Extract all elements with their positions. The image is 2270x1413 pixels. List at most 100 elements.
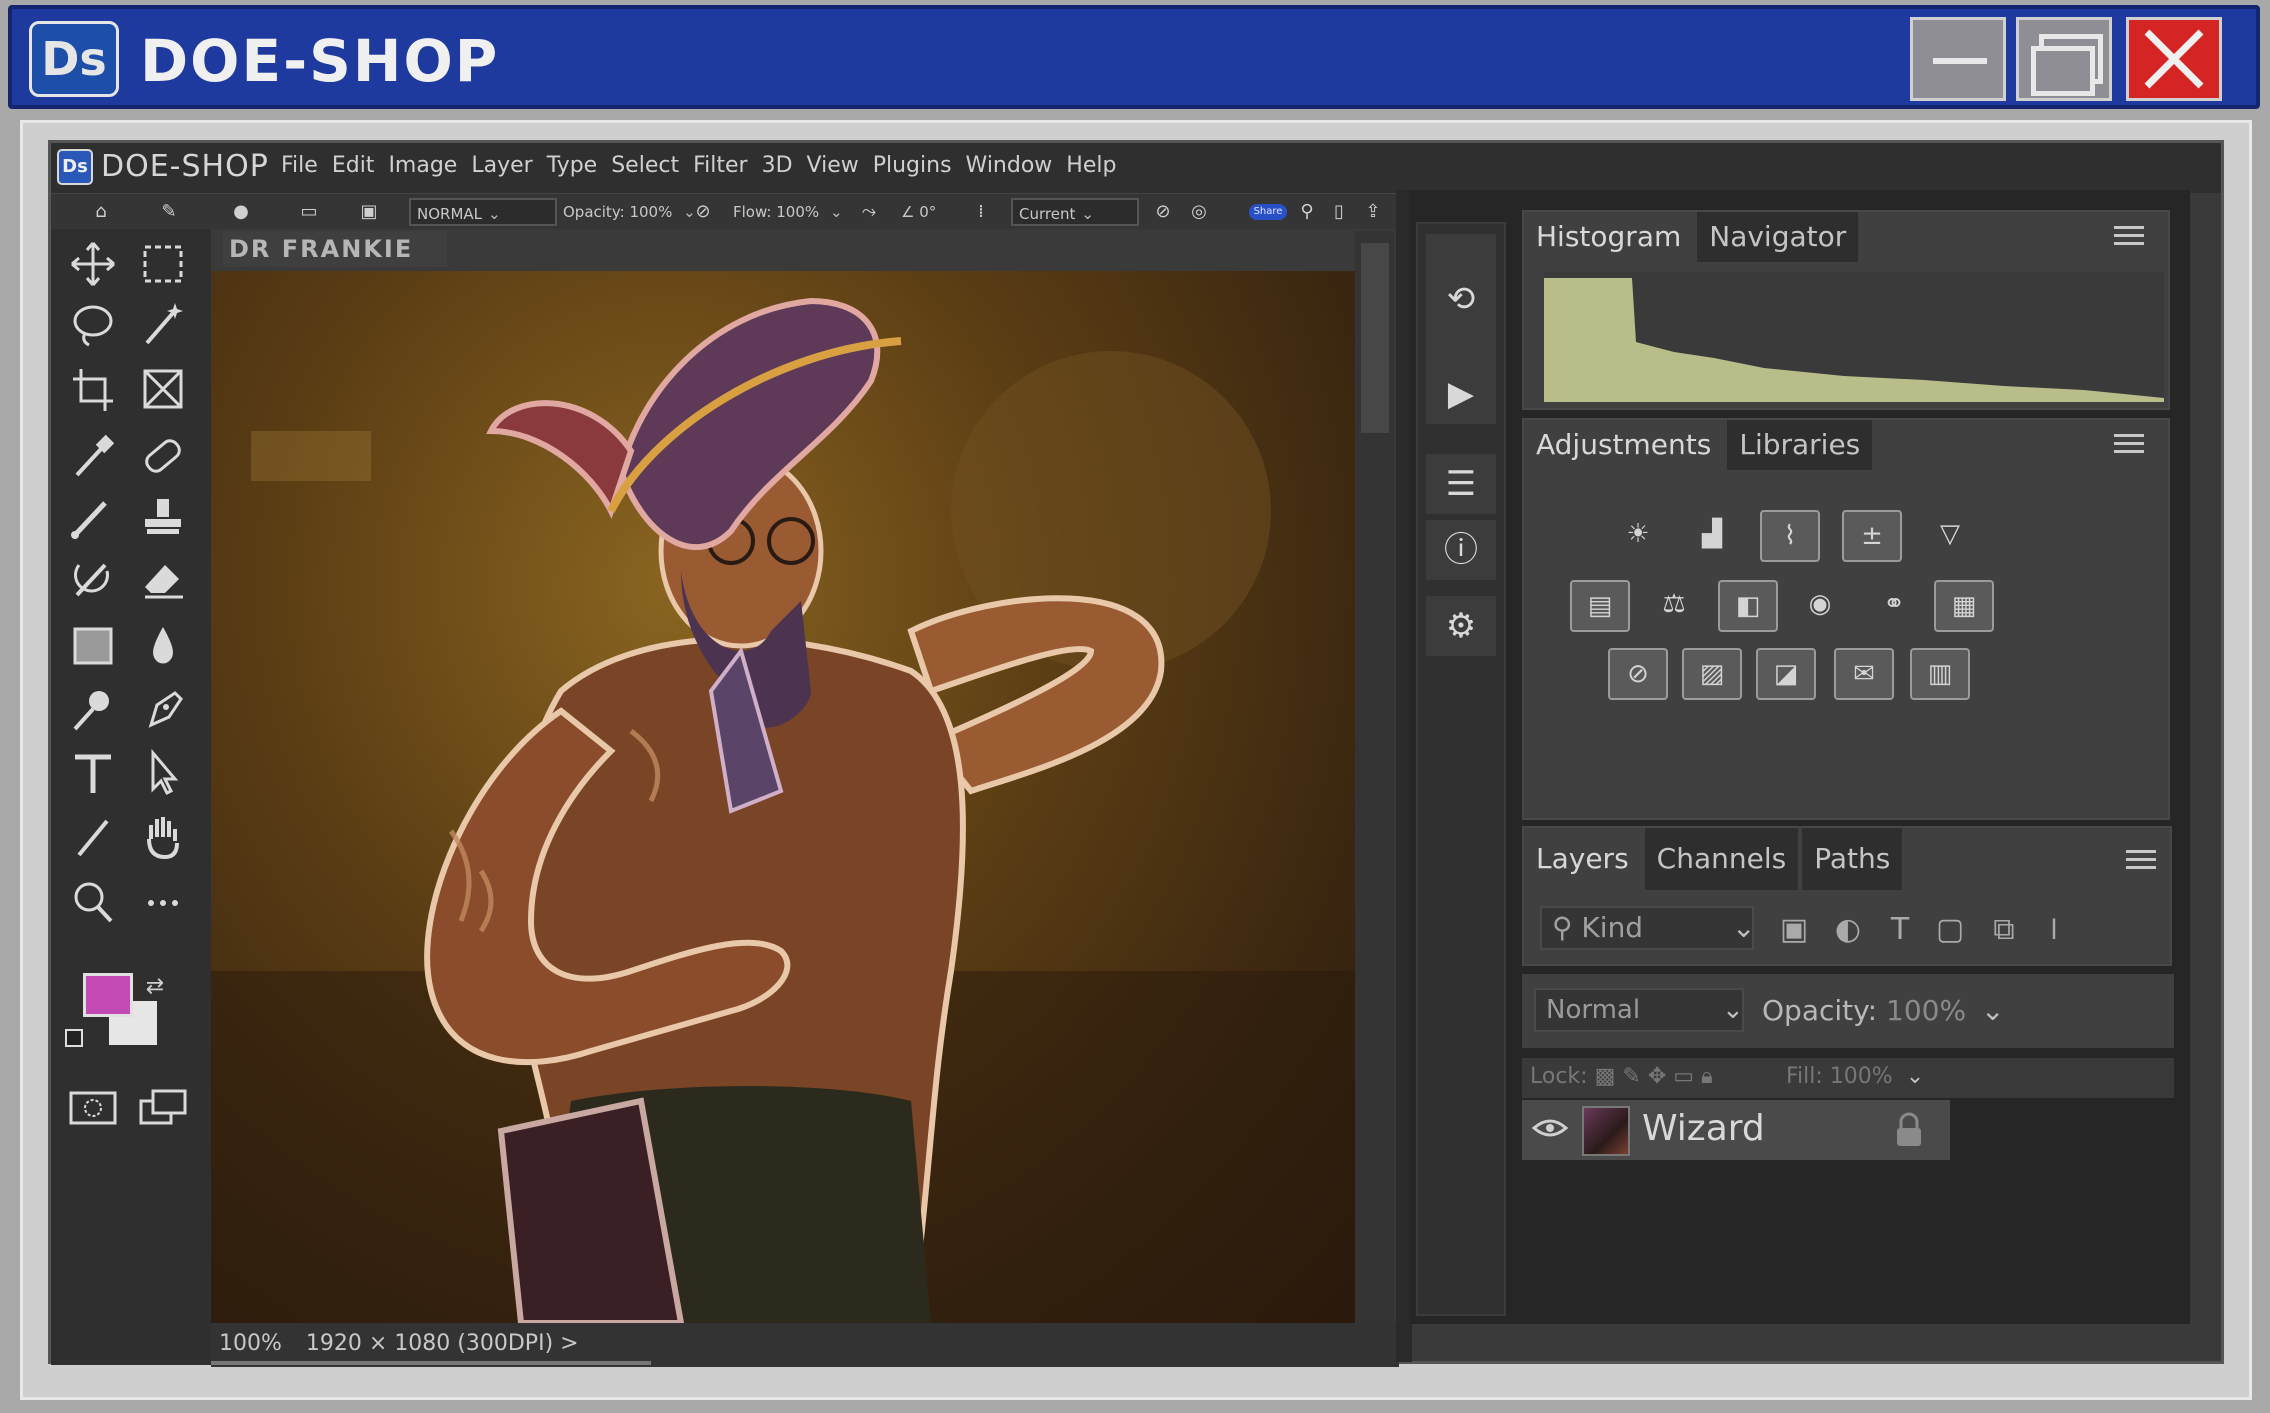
- history-brush-tool-icon[interactable]: [65, 551, 121, 605]
- panel-menu-icon[interactable]: [2126, 850, 2156, 874]
- healing-brush-tool-icon[interactable]: [135, 429, 191, 483]
- levels-icon[interactable]: ▟: [1682, 510, 1742, 562]
- search-icon[interactable]: ⚲: [1295, 200, 1319, 224]
- filter-shape-icon[interactable]: ▢: [1928, 908, 1972, 952]
- channel-mixer-icon[interactable]: ⚭: [1864, 580, 1924, 632]
- actions-play-icon[interactable]: ▶: [1426, 364, 1496, 424]
- menu-type[interactable]: Type: [547, 153, 598, 178]
- menu-plugins[interactable]: Plugins: [873, 153, 952, 178]
- threshold-icon[interactable]: ◪: [1756, 648, 1816, 700]
- foreground-color-swatch[interactable]: [83, 973, 133, 1017]
- menu-3d[interactable]: 3D: [762, 153, 793, 178]
- lock-pixels-icon[interactable]: ✎: [1622, 1064, 1640, 1089]
- folder-icon[interactable]: ▭: [297, 200, 321, 224]
- filter-adjustment-icon[interactable]: ◐: [1826, 908, 1870, 952]
- line-tool-icon[interactable]: [65, 811, 121, 865]
- lasso-tool-icon[interactable]: [65, 297, 121, 351]
- fill-control[interactable]: Fill: 100% ⌄: [1786, 1064, 1924, 1089]
- swap-colors-icon[interactable]: ⇄: [143, 975, 167, 999]
- hue-saturation-icon[interactable]: ▤: [1570, 580, 1630, 632]
- maximize-button[interactable]: [2016, 17, 2112, 101]
- panel-menu-icon[interactable]: [2114, 434, 2144, 458]
- blur-tool-icon[interactable]: [135, 619, 191, 673]
- menu-view[interactable]: View: [807, 153, 859, 178]
- brush-preset-icon[interactable]: ✎: [157, 200, 181, 224]
- menu-help[interactable]: Help: [1066, 153, 1116, 178]
- layer-kind-filter[interactable]: ⚲ Kind ⌄: [1540, 906, 1755, 950]
- history-panel-icon[interactable]: ⟲: [1426, 234, 1496, 364]
- opacity-control[interactable]: Opacity: 100% ⌄: [563, 198, 696, 226]
- marquee-tool-icon[interactable]: [135, 237, 191, 291]
- ignore-adjustments-icon[interactable]: ⊘: [1151, 200, 1175, 224]
- lock-artboard-icon[interactable]: ▭: [1673, 1064, 1694, 1089]
- lock-all-icon[interactable]: 🔒︎: [1701, 1064, 1713, 1089]
- more-tools-icon[interactable]: [135, 875, 191, 929]
- info-icon[interactable]: ⓘ: [1426, 520, 1496, 580]
- selective-color-icon[interactable]: ▥: [1910, 648, 1970, 700]
- default-colors-icon[interactable]: [65, 1029, 83, 1047]
- document-tab[interactable]: DR FRANKIE: [223, 231, 447, 267]
- clone-stamp-tool-icon[interactable]: [135, 491, 191, 545]
- lock-transparent-icon[interactable]: ▩: [1595, 1064, 1616, 1089]
- menu-image[interactable]: Image: [388, 153, 457, 178]
- menu-filter[interactable]: Filter: [693, 153, 747, 178]
- menu-select[interactable]: Select: [611, 153, 679, 178]
- gradient-tool-icon[interactable]: [65, 619, 121, 673]
- panel-menu-icon[interactable]: [2114, 226, 2144, 250]
- zoom-tool-icon[interactable]: [65, 875, 121, 929]
- color-lookup-icon[interactable]: ▦: [1934, 580, 1994, 632]
- photo-filter-icon[interactable]: ◉: [1790, 580, 1850, 632]
- hand-tool-icon[interactable]: [135, 811, 191, 865]
- angle-control[interactable]: ∠ 0°: [901, 198, 936, 226]
- brush-size-icon[interactable]: ●: [229, 200, 253, 224]
- tab-channels[interactable]: Channels: [1644, 828, 1799, 890]
- type-tool-icon[interactable]: [65, 747, 121, 801]
- tool-presets-icon[interactable]: ⚙: [1426, 596, 1496, 656]
- flow-control[interactable]: Flow: 100% ⌄: [733, 198, 843, 226]
- blend-mode-select[interactable]: Normal ⌄: [1534, 988, 1744, 1032]
- tab-paths[interactable]: Paths: [1802, 828, 1903, 890]
- zoom-level[interactable]: 100%: [219, 1331, 282, 1356]
- window-title-bar[interactable]: Ds DOE-SHOP: [8, 5, 2260, 109]
- tab-adjustments[interactable]: Adjustments: [1524, 420, 1724, 470]
- posterize-icon[interactable]: ▨: [1682, 648, 1742, 700]
- home-icon[interactable]: ⌂: [89, 200, 113, 224]
- brush-tool-icon[interactable]: [65, 491, 121, 545]
- eraser-tool-icon[interactable]: [135, 551, 191, 605]
- menu-layer[interactable]: Layer: [471, 153, 532, 178]
- status-more-button[interactable]: >: [560, 1331, 578, 1356]
- filter-smart-object-icon[interactable]: ⧉: [1982, 908, 2026, 952]
- vibrance-icon[interactable]: ▽: [1920, 510, 1980, 562]
- pressure-size-icon[interactable]: ◎: [1187, 200, 1211, 224]
- layer-row[interactable]: Wizard: [1522, 1100, 1950, 1160]
- lock-position-icon[interactable]: ✥: [1648, 1064, 1666, 1089]
- exposure-icon[interactable]: ±: [1842, 510, 1902, 562]
- black-white-icon[interactable]: ◧: [1718, 580, 1778, 632]
- minimize-button[interactable]: [1910, 17, 2006, 101]
- tab-libraries[interactable]: Libraries: [1727, 420, 1873, 470]
- screen-mode-icon[interactable]: [135, 1081, 191, 1135]
- brightness-contrast-icon[interactable]: ☀: [1608, 510, 1668, 562]
- eye-icon[interactable]: [1532, 1116, 1568, 1140]
- tab-histogram[interactable]: Histogram: [1524, 212, 1694, 262]
- color-balance-icon[interactable]: ⚖: [1644, 580, 1704, 632]
- layer-opacity-control[interactable]: Opacity: 100% ⌄: [1762, 994, 2004, 1027]
- gradient-map-icon[interactable]: ✉: [1834, 648, 1894, 700]
- eyedropper-tool-icon[interactable]: [65, 429, 121, 483]
- tab-layers[interactable]: Layers: [1524, 828, 1641, 890]
- menu-file[interactable]: File: [281, 153, 318, 178]
- frame-tool-icon[interactable]: [135, 363, 191, 417]
- filter-type-icon[interactable]: T: [1878, 908, 1922, 952]
- lock-icon[interactable]: [1892, 1112, 1926, 1148]
- scrollbar-thumb[interactable]: [1361, 243, 1389, 433]
- properties-sliders-icon[interactable]: ☰: [1426, 454, 1496, 514]
- filter-pixel-icon[interactable]: ▣: [1772, 908, 1816, 952]
- camera-icon[interactable]: ▣: [357, 200, 381, 224]
- workspace-icon[interactable]: ▯: [1327, 200, 1351, 224]
- path-selection-tool-icon[interactable]: [135, 747, 191, 801]
- airbrush-icon[interactable]: ⤳: [857, 200, 881, 224]
- dodge-tool-icon[interactable]: [65, 683, 121, 737]
- share-icon[interactable]: ⇪: [1361, 200, 1385, 224]
- pressure-opacity-icon[interactable]: ⊘: [691, 200, 715, 224]
- magic-wand-tool-icon[interactable]: [135, 297, 191, 351]
